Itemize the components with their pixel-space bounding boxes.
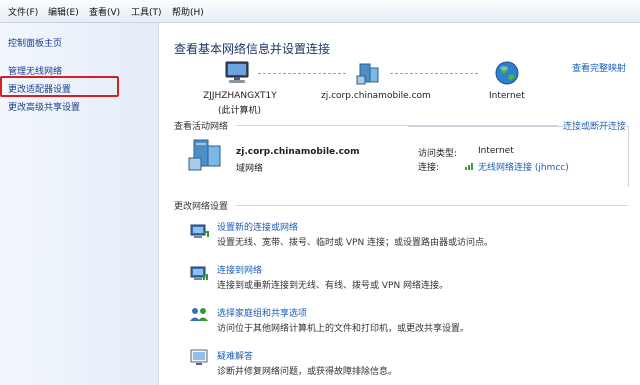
menu-help[interactable]: 帮助(H) — [172, 5, 204, 18]
domain-network-large-icon — [186, 136, 226, 176]
setup-connection-icon — [188, 220, 210, 242]
computer-subtitle: (此计算机) — [218, 106, 262, 116]
network-name: zj.corp.chinamobile.com — [236, 147, 360, 157]
menu-bar: 文件(F) 编辑(E) 查看(V) 工具(T) 帮助(H) — [0, 0, 640, 23]
connections-label: 连接: — [418, 163, 440, 173]
change-settings-heading: 更改网络设置 — [174, 202, 229, 212]
highlight-box — [0, 76, 119, 97]
access-type-label: 访问类型: — [418, 149, 458, 159]
section-divider-2 — [236, 205, 628, 206]
wifi-signal-icon — [465, 161, 475, 170]
network-type: 域网络 — [236, 164, 264, 174]
internet-globe-icon — [492, 58, 522, 88]
active-networks-heading: 查看活动网络 — [174, 122, 229, 132]
connection-line-2 — [390, 73, 478, 74]
access-type-value: Internet — [478, 146, 514, 156]
domain-network-icon — [354, 58, 384, 88]
menu-view[interactable]: 查看(V) — [89, 5, 120, 18]
task-homegroup-desc: 访问位于其他网络计算机上的文件和打印机，或更改共享设置。 — [217, 324, 470, 334]
connection-line-1 — [258, 73, 346, 74]
task-troubleshoot-link[interactable]: 疑难解答 — [217, 349, 253, 362]
view-full-map-link[interactable]: 查看完整映射 — [572, 61, 626, 74]
troubleshoot-icon — [188, 346, 210, 368]
connect-network-icon — [188, 262, 210, 284]
sidebar-home-link[interactable]: 控制面板主页 — [8, 36, 62, 49]
homegroup-sharing-icon — [188, 304, 210, 326]
computer-name: ZJJHZHANGXT1Y — [203, 91, 277, 101]
task-connect-network-link[interactable]: 连接到网络 — [217, 263, 262, 276]
page-title: 查看基本网络信息并设置连接 — [174, 42, 331, 56]
menu-tools[interactable]: 工具(T) — [131, 5, 162, 18]
internet-node-label: Internet — [489, 91, 525, 101]
task-troubleshoot-desc: 诊断并修复网络问题，或获得故障排除信息。 — [217, 367, 398, 377]
sidebar-item-advanced-sharing[interactable]: 更改高级共享设置 — [8, 100, 80, 113]
task-homegroup-link[interactable]: 选择家庭组和共享选项 — [217, 306, 307, 319]
computer-icon — [222, 58, 252, 88]
task-setup-connection-desc: 设置无线、宽带、拨号、临时或 VPN 连接；或设置路由器或访问点。 — [217, 238, 494, 248]
domain-node-label: zj.corp.chinamobile.com — [321, 91, 431, 101]
menu-edit[interactable]: 编辑(E) — [48, 5, 79, 18]
task-connect-network-desc: 连接到或重新连接到无线、有线、拨号或 VPN 网络连接。 — [217, 281, 449, 291]
menu-file[interactable]: 文件(F) — [8, 5, 38, 18]
task-setup-connection-link[interactable]: 设置新的连接或网络 — [217, 220, 298, 233]
wireless-connection-link[interactable]: 无线网络连接 (jhmcc) — [478, 160, 569, 173]
